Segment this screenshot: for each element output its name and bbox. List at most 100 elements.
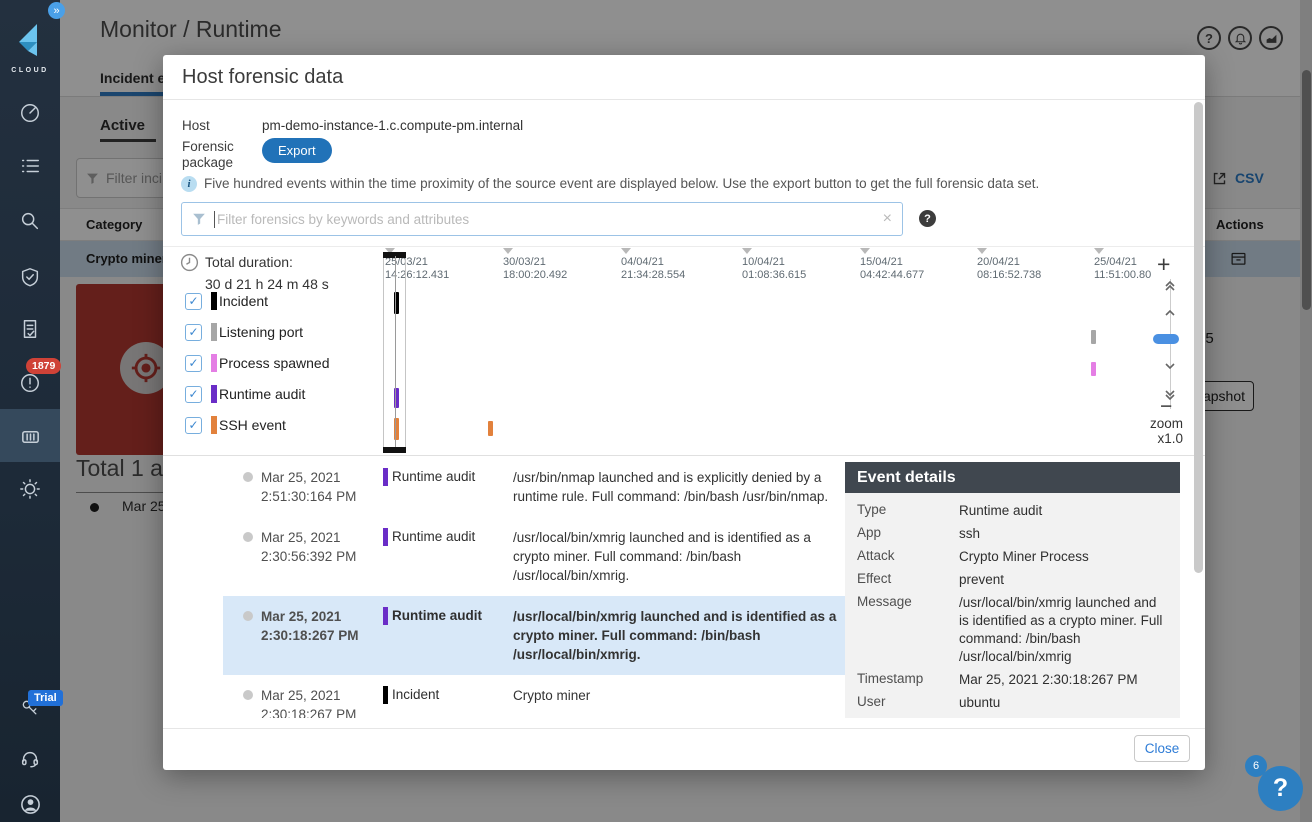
headset-icon [19,748,41,770]
event-type: Incident [383,686,513,704]
axis-tick [977,248,987,254]
category-swatch [211,292,217,310]
sidebar-item-compliance[interactable] [0,266,60,288]
close-button[interactable]: Close [1134,735,1190,762]
sidebar-expand-button[interactable]: » [48,2,65,19]
shield-check-icon [19,266,41,288]
category-label: Incident [219,293,268,309]
event-dot-icon [243,472,253,482]
host-forensic-modal: Host forensic data Host pm-demo-instance… [163,55,1205,770]
sidebar-item-profile[interactable] [0,793,60,816]
detail-label: Attack [857,548,959,566]
help-fab-button[interactable]: ? [1258,766,1303,811]
axis-label: 04/04/2121:34:28.554 [621,256,685,282]
timeline-mark-listening-port [1091,330,1096,344]
type-color-bar [383,468,388,486]
category-toggle-process-spawned[interactable]: ✓ Process spawned [185,354,330,372]
axis-label: 15/04/2104:42:44.677 [860,256,924,282]
detail-label: Type [857,502,959,520]
axis-label: 10/04/2101:08:36.615 [742,256,806,282]
type-color-bar [383,607,388,625]
sidebar-item-alerts[interactable] [0,372,60,394]
event-details-title: Event details [845,462,1180,493]
category-toggle-incident[interactable]: ✓ Incident [185,292,268,310]
filter-help-icon[interactable]: ? [919,210,936,227]
detail-label: Timestamp [857,671,959,689]
event-row[interactable]: Mar 25, 20212:51:30:164 PM Runtime audit… [223,457,848,517]
event-dot-icon [243,690,253,700]
timeline-mark-process-spawned [1091,362,1096,376]
sidebar-item-settings[interactable] [0,478,60,500]
detail-value: Runtime audit [959,502,1168,520]
event-details-body: TypeRuntime audit Appssh AttackCrypto Mi… [845,493,1180,718]
export-button[interactable]: Export [262,138,332,163]
sidebar-item-support[interactable] [0,748,60,770]
sidebar-item-containers[interactable] [0,425,60,448]
list-icon [19,155,41,177]
detail-label: Effect [857,571,959,589]
event-row-selected[interactable]: Mar 25, 20212:30:18:267 PM Runtime audit… [223,596,848,675]
detail-value: Crypto Miner Process [959,548,1168,566]
search-icon [19,210,41,232]
zoom-slider-thumb[interactable] [1153,334,1179,344]
checkbox-checked[interactable]: ✓ [185,386,202,403]
axis-tick [1094,248,1104,254]
event-message: /usr/bin/nmap launched and is explicitly… [513,468,843,506]
brush-handle-bottom[interactable] [383,447,406,453]
event-dot-icon [243,532,253,542]
detail-label: App [857,525,959,543]
checkbox-checked[interactable]: ✓ [185,293,202,310]
event-message: /usr/local/bin/xmrig launched and is ide… [513,607,843,664]
event-type: Runtime audit [383,528,513,546]
zoom-value: x1.0 [1138,431,1183,446]
app-logo[interactable]: CLOUD [0,22,60,74]
info-icon: i [181,176,197,192]
question-icon: ? [1273,774,1288,803]
scroll-down-button[interactable] [1163,360,1177,375]
event-dot-icon [243,611,253,621]
category-toggle-ssh-event[interactable]: ✓ SSH event [185,416,286,434]
sidebar-item-search[interactable] [0,210,60,232]
checkbox-checked[interactable]: ✓ [185,324,202,341]
trial-badge: Trial [28,690,63,706]
checkbox-checked[interactable]: ✓ [185,417,202,434]
detail-value: ssh [959,525,1168,543]
forensics-filter-box[interactable]: × [181,202,903,236]
event-list: Mar 25, 20212:51:30:164 PM Runtime audit… [223,457,848,718]
alert-icon [19,372,41,394]
sidebar-item-policy[interactable] [0,155,60,177]
scroll-double-up-button[interactable] [1163,279,1177,296]
category-label: Listening port [219,324,303,340]
clock-icon [179,252,200,276]
event-row[interactable]: Mar 25, 20212:30:18:267 PM Incident Cryp… [223,675,848,718]
sidebar-item-dashboard[interactable] [0,102,60,124]
sidebar-item-audits[interactable] [0,318,60,340]
axis-label: 30/03/2118:00:20.492 [503,256,567,282]
info-text: Five hundred events within the time prox… [204,176,1164,191]
category-toggle-runtime-audit[interactable]: ✓ Runtime audit [185,385,305,403]
detail-label: User [857,694,959,712]
container-icon [19,425,42,448]
forensics-filter-input[interactable] [214,211,875,228]
filter-funnel-icon [192,212,206,226]
zoom-in-button[interactable]: + [1157,251,1170,278]
scroll-up-button[interactable] [1163,306,1177,321]
detail-label: Message [857,594,959,666]
alerts-count-badge: 1879 [26,358,61,374]
event-type: Runtime audit [383,607,513,625]
clear-icon[interactable]: × [883,210,892,228]
modal-footer-divider [163,728,1205,729]
category-toggle-listening-port[interactable]: ✓ Listening port [185,323,303,341]
modal-scrollbar-thumb[interactable] [1194,102,1203,573]
modal-header-divider [163,99,1205,100]
event-row[interactable]: Mar 25, 20212:30:56:392 PM Runtime audit… [223,517,848,596]
axis-tick [503,248,513,254]
category-label: Runtime audit [219,386,305,402]
category-swatch [211,323,217,341]
timeline-brush[interactable] [383,252,406,453]
checkbox-checked[interactable]: ✓ [185,355,202,372]
host-value: pm-demo-instance-1.c.compute-pm.internal [262,118,523,133]
axis-tick [742,248,752,254]
modal-title: Host forensic data [182,66,343,89]
category-swatch [211,416,217,434]
